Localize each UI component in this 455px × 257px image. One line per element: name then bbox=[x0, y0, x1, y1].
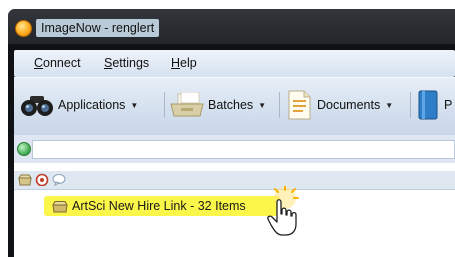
list-header bbox=[14, 171, 455, 190]
toolbar-separator bbox=[164, 92, 165, 118]
drawer-icon bbox=[52, 200, 68, 212]
menu-connect[interactable]: Connect bbox=[34, 56, 81, 70]
toolbar-separator bbox=[279, 92, 280, 118]
menu-bar: Connect Settings Help bbox=[14, 50, 455, 77]
drawer-icon[interactable] bbox=[18, 173, 32, 186]
speech-bubble-icon[interactable] bbox=[52, 173, 66, 186]
batches-button[interactable]: Batches ▼ bbox=[170, 90, 266, 120]
partial-toolbar-button[interactable]: P bbox=[416, 90, 452, 120]
documents-button[interactable]: Documents ▼ bbox=[285, 90, 393, 120]
chevron-down-icon: ▼ bbox=[258, 100, 267, 110]
hand-cursor-icon bbox=[267, 186, 299, 236]
document-icon bbox=[288, 90, 311, 120]
book-icon bbox=[418, 90, 438, 120]
address-bar bbox=[14, 135, 455, 163]
application-window: ImageNow - renglert Connect Settings Hel… bbox=[8, 9, 455, 257]
chevron-down-icon: ▼ bbox=[385, 100, 394, 110]
documents-label: Documents bbox=[317, 98, 381, 112]
partial-toolbar-label: P bbox=[444, 98, 453, 112]
menu-settings[interactable]: Settings bbox=[104, 56, 149, 70]
list-item[interactable]: ArtSci New Hire Link - 32 Items bbox=[44, 196, 280, 216]
chevron-down-icon: ▼ bbox=[130, 100, 139, 110]
binoculars-icon bbox=[21, 96, 53, 116]
batches-label: Batches bbox=[208, 98, 254, 112]
main-toolbar: Applications ▼ Batches ▼ Documents ▼ P bbox=[14, 77, 455, 137]
title-bar: ImageNow - renglert bbox=[8, 9, 455, 44]
address-field[interactable] bbox=[32, 140, 455, 159]
camera-icon[interactable] bbox=[35, 173, 49, 186]
globe-icon[interactable] bbox=[17, 142, 31, 156]
applications-label: Applications bbox=[58, 98, 126, 112]
window-title: ImageNow - renglert bbox=[36, 19, 160, 37]
batch-tray-icon bbox=[170, 92, 204, 117]
app-orb-icon[interactable] bbox=[15, 20, 32, 37]
content-pane: ArtSci New Hire Link - 32 Items bbox=[14, 163, 455, 257]
list-item-label: ArtSci New Hire Link - 32 Items bbox=[72, 199, 246, 213]
applications-button[interactable]: Applications ▼ bbox=[20, 90, 138, 120]
toolbar-separator bbox=[410, 92, 411, 118]
menu-help[interactable]: Help bbox=[171, 56, 197, 70]
